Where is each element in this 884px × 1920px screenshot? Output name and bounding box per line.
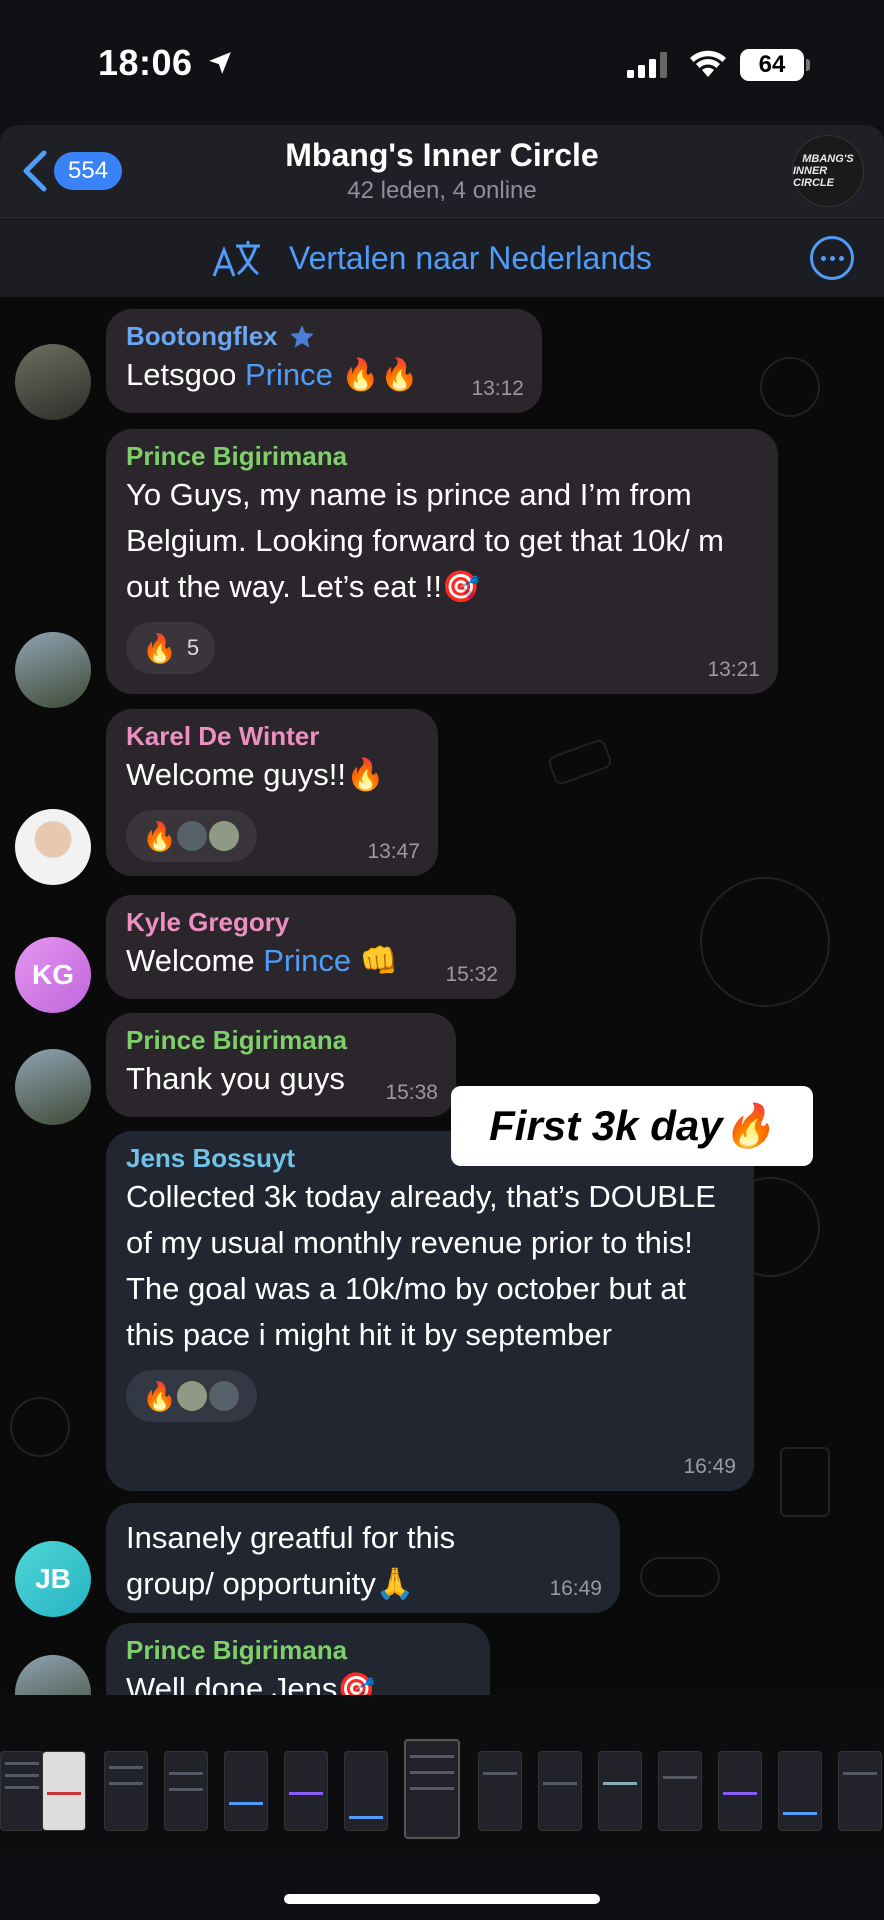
message-list[interactable]: Bootongflex Letsgoo Prince 🔥🔥 13:12 Prin… [0, 297, 884, 1695]
fire-emoji: 🔥 [142, 820, 177, 852]
thumbnail[interactable] [778, 1751, 822, 1831]
avatar[interactable] [15, 344, 91, 420]
sender-row: Bootongflex [126, 321, 522, 352]
more-options-button[interactable] [810, 236, 854, 280]
message-text: Yo Guys, my name is prince and I’m from … [126, 477, 733, 604]
thumbnail[interactable] [42, 1751, 86, 1831]
message-text: Insanely greatful for this group/ opport… [126, 1520, 464, 1601]
message-time: 13:12 [471, 377, 524, 400]
message-bubble[interactable]: Bootongflex Letsgoo Prince 🔥🔥 13:12 [106, 309, 542, 413]
thumbnail[interactable] [478, 1751, 522, 1831]
fire-emoji: 🔥 [142, 632, 177, 664]
message-bubble[interactable]: Prince Bigirimana Thank you guys 15:38 [106, 1013, 456, 1117]
dot-icon [829, 255, 835, 261]
reactor-avatar [206, 1379, 241, 1413]
cellular-signal-icon [627, 52, 667, 78]
dot-icon [838, 255, 844, 261]
avatar[interactable]: KG [15, 937, 91, 1013]
home-indicator[interactable] [284, 1894, 600, 1904]
avatar[interactable] [15, 809, 91, 885]
group-logo-text-1: MBANG'S [802, 153, 854, 165]
fire-emoji: 🔥 [142, 1380, 177, 1412]
group-avatar[interactable]: MBANG'S INNER CIRCLE [792, 135, 864, 207]
background-doodle [760, 357, 820, 417]
dot-icon [820, 255, 826, 261]
message-text-part: Welcome [126, 943, 264, 978]
chat-title[interactable]: Mbang's Inner Circle [0, 137, 884, 174]
battery-indicator: 64 [740, 49, 810, 81]
sender-name[interactable]: Prince Bigirimana [126, 1635, 470, 1666]
message-text: Collected 3k today already, that’s DOUBL… [126, 1179, 725, 1352]
chat-subtitle: 42 leden, 4 online [347, 177, 537, 204]
thumbnail[interactable] [344, 1751, 388, 1831]
caption-overlay: First 3k day🔥 [451, 1086, 813, 1166]
background-doodle [640, 1557, 720, 1597]
reaction-chip[interactable]: 🔥 [126, 810, 257, 862]
message-text-part: 🔥🔥 [332, 357, 419, 392]
message-text: Welcome guys!!🔥 [126, 757, 385, 792]
sender-name[interactable]: Kyle Gregory [126, 907, 496, 938]
mention-link[interactable]: Prince [245, 357, 333, 392]
message-time: 13:47 [367, 840, 420, 863]
chat-header: 554 Mbang's Inner Circle 42 leden, 4 onl… [0, 125, 884, 217]
media-thumbnail-strip[interactable] [0, 1695, 884, 1855]
sender-name[interactable]: Bootongflex [126, 321, 278, 352]
message-text-part: 👊 [351, 943, 399, 978]
message-text: Letsgoo Prince 🔥🔥 [126, 352, 522, 398]
avatar[interactable] [15, 1049, 91, 1125]
reactor-avatar [174, 819, 209, 853]
thumbnail[interactable] [284, 1751, 328, 1831]
message-text: Welcome Prince 👊 [126, 938, 496, 984]
thumbnail[interactable] [104, 1751, 148, 1831]
avatar[interactable] [15, 1655, 91, 1695]
translate-label[interactable]: Vertalen naar Nederlands [289, 240, 652, 277]
message-bubble[interactable]: Jens Bossuyt Collected 3k today already,… [106, 1131, 754, 1491]
reaction-count: 5 [186, 635, 200, 660]
message-text: Well done Jens🎯 [126, 1671, 376, 1695]
status-time: 18:06 [98, 42, 193, 83]
message-bubble[interactable]: Kyle Gregory Welcome Prince 👊 15:32 [106, 895, 516, 999]
message-time: 15:32 [445, 963, 498, 986]
star-icon [289, 324, 314, 347]
message-bubble[interactable]: Prince Bigirimana Yo Guys, my name is pr… [106, 429, 778, 694]
status-bar: 18:06 64 [0, 0, 884, 125]
message-bubble[interactable]: Insanely greatful for this group/ opport… [106, 1503, 620, 1613]
thumbnail[interactable] [718, 1751, 762, 1831]
sender-name[interactable]: Karel De Winter [126, 721, 418, 752]
sender-name[interactable]: Prince Bigirimana [126, 1025, 436, 1056]
message-time: 16:49 [549, 1577, 602, 1600]
reaction-chip[interactable]: 🔥 5 [126, 622, 216, 674]
thumbnail[interactable] [838, 1751, 882, 1831]
mention-link[interactable]: Prince [263, 943, 351, 978]
thumbnail[interactable] [658, 1751, 702, 1831]
background-doodle [780, 1447, 830, 1517]
translate-bar[interactable]: Vertalen naar Nederlands [0, 217, 884, 297]
message-text-part: Letsgoo [126, 357, 245, 392]
wifi-icon [690, 50, 726, 77]
background-doodle [10, 1397, 70, 1457]
thumbnail[interactable] [0, 1751, 44, 1831]
thumbnail-selected[interactable] [404, 1739, 460, 1839]
message-bubble[interactable]: Prince Bigirimana Well done Jens🎯 [106, 1623, 490, 1695]
sender-name[interactable]: Prince Bigirimana [126, 441, 758, 472]
thumbnail[interactable] [538, 1751, 582, 1831]
reactor-avatar [174, 1379, 209, 1413]
message-bubble[interactable]: Karel De Winter Welcome guys!!🔥 🔥 13:47 [106, 709, 438, 876]
message-time: 15:38 [385, 1081, 438, 1104]
thumbnail[interactable] [598, 1751, 642, 1831]
reactor-avatar [206, 819, 241, 853]
avatar[interactable]: JB [15, 1541, 91, 1617]
telegram-chat-screen: 554 Mbang's Inner Circle 42 leden, 4 onl… [0, 125, 884, 1695]
thumbnail[interactable] [164, 1751, 208, 1831]
message-time: 16:49 [683, 1455, 736, 1478]
background-doodle [546, 737, 614, 787]
reaction-chip[interactable]: 🔥 [126, 1370, 257, 1422]
location-arrow-icon [209, 52, 231, 74]
thumbnail[interactable] [224, 1751, 268, 1831]
background-doodle [700, 877, 830, 1007]
group-logo-text-2: INNER CIRCLE [793, 165, 834, 189]
translate-icon [212, 241, 260, 277]
message-time: 13:21 [707, 658, 760, 681]
avatar[interactable] [15, 632, 91, 708]
